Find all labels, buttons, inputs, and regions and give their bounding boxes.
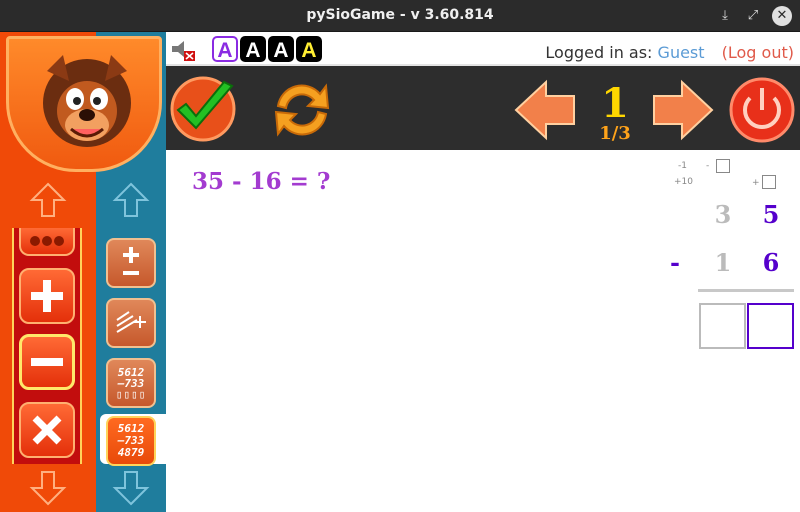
previous-page-button[interactable] [512, 78, 578, 142]
page-number: 1 [601, 80, 629, 127]
number-line-icon [116, 311, 146, 333]
game-line-1: 5612 [117, 365, 145, 379]
empty-boxes-icon: ▯▯▯▯ [115, 387, 147, 401]
lion-mascot-icon [43, 55, 131, 147]
borrow-minus-sign: - [706, 161, 710, 171]
font-option-purple[interactable]: A [212, 36, 238, 62]
refresh-icon [274, 83, 330, 137]
game-column-subtraction[interactable]: 5612 –733 4879 [106, 416, 156, 466]
game-column-subtraction-empty[interactable]: 5612 –733 ▯▯▯▯ [106, 358, 156, 408]
operator-sign: - [670, 248, 680, 277]
category-subtraction[interactable] [19, 334, 75, 390]
bottom-tens-digit: 1 [714, 248, 732, 277]
answer-ones-box[interactable] [747, 303, 794, 349]
game-scroll-down-icon[interactable] [96, 464, 166, 512]
font-option-yellow[interactable]: A [296, 36, 322, 62]
arrow-right-icon [653, 79, 714, 141]
font-option-white-2[interactable]: A [268, 36, 294, 62]
hint-minus-label: -1 [678, 161, 687, 171]
user-name[interactable]: Guest [658, 43, 705, 62]
game-line-3: 4879 [117, 446, 145, 459]
game-line-2: –733 [117, 376, 145, 390]
power-icon [729, 77, 795, 143]
font-option-white[interactable]: A [240, 36, 266, 62]
hint-plus-label: +10 [674, 177, 693, 187]
borrow-plus-sign: + [752, 178, 760, 188]
logout-link[interactable]: (Log out) [722, 43, 794, 62]
borrow-plus-checkbox[interactable] [762, 175, 776, 189]
minimize-icon[interactable]: ⤓ [716, 7, 734, 25]
logged-in-label: Logged in as: [545, 43, 653, 62]
top-tens-digit: 3 [714, 200, 732, 229]
sound-off-icon[interactable] [170, 38, 196, 62]
minus-icon [31, 358, 63, 366]
category-scroll-down-icon[interactable] [0, 464, 96, 512]
category-counting[interactable] [19, 228, 75, 256]
answer-tens-box[interactable] [699, 303, 746, 349]
borrow-minus-checkbox[interactable] [716, 159, 730, 173]
plus-minus-icon [123, 247, 139, 275]
question-text: 35 - 16 = ? [192, 168, 331, 195]
window-titlebar: pySioGame - v 3.60.814 ⤓ ⤢ ✕ [0, 0, 800, 32]
arrow-left-icon [514, 79, 575, 141]
window-title: pySioGame - v 3.60.814 [306, 7, 494, 23]
dots-icon [30, 236, 64, 246]
close-window-icon[interactable]: ✕ [772, 6, 792, 26]
page-fraction: 1/3 [599, 123, 631, 144]
plus-icon [31, 280, 63, 312]
game-plus-minus[interactable] [106, 238, 156, 288]
bottom-ones-digit: 6 [762, 248, 780, 277]
game-number-line[interactable] [106, 298, 156, 348]
times-icon [32, 415, 62, 445]
next-page-button[interactable] [650, 78, 716, 142]
quit-button[interactable] [728, 76, 796, 144]
top-ones-digit: 5 [762, 200, 780, 229]
category-addition[interactable] [19, 268, 75, 324]
mascot-logo[interactable] [6, 36, 162, 172]
maximize-icon[interactable]: ⤢ [744, 7, 762, 25]
reset-button[interactable] [268, 76, 336, 144]
category-scroll-up-icon[interactable] [0, 176, 96, 224]
login-status: Logged in as: Guest (Log out) [545, 43, 794, 62]
category-multiplication[interactable] [19, 402, 75, 458]
sum-line [698, 289, 794, 292]
checkmark-icon [170, 76, 236, 142]
game-scroll-up-icon[interactable] [96, 176, 166, 224]
check-answer-button[interactable] [170, 74, 240, 144]
